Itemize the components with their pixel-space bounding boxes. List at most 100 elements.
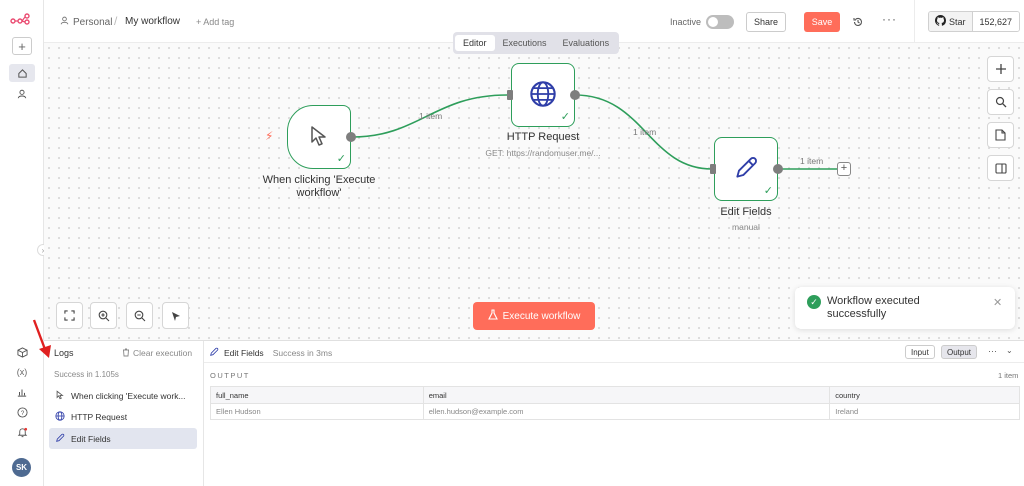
github-icon bbox=[935, 15, 947, 28]
fit-view-icon[interactable] bbox=[56, 302, 83, 329]
home-icon[interactable] bbox=[9, 64, 35, 82]
share-button[interactable]: Share bbox=[746, 12, 786, 32]
table-cell[interactable]: ellen.hudson@example.com bbox=[422, 403, 831, 420]
github-star-label: Star bbox=[949, 16, 966, 27]
chevron-down-icon[interactable]: ⌄ bbox=[1006, 346, 1013, 355]
activation-status-label: Inactive bbox=[670, 17, 702, 27]
node-2-input-port[interactable] bbox=[507, 90, 513, 100]
github-star-button[interactable]: Star 152,627 bbox=[928, 11, 1021, 32]
table-cell[interactable]: Ellen Hudson bbox=[210, 403, 424, 420]
success-check-icon: ✓ bbox=[560, 111, 570, 123]
column-header: email bbox=[422, 386, 831, 404]
output-table: full_name email country Ellen Hudson ell… bbox=[210, 386, 1020, 420]
output-toggle-button[interactable]: Output bbox=[941, 345, 978, 359]
templates-box-icon[interactable] bbox=[12, 343, 32, 361]
history-icon[interactable] bbox=[850, 14, 866, 30]
left-sidebar: + (x) ? SK bbox=[0, 0, 44, 486]
annotation-arrow-icon bbox=[32, 319, 51, 358]
input-toggle-button[interactable]: Input bbox=[905, 345, 935, 359]
table-row: Ellen Hudson ellen.hudson@example.com Ir… bbox=[210, 403, 1020, 420]
github-star-count: 152,627 bbox=[972, 12, 1020, 31]
output-status: Success in 3ms bbox=[272, 348, 333, 358]
n8n-logo-icon[interactable] bbox=[10, 13, 32, 28]
pencil-icon bbox=[733, 155, 759, 184]
node-2-subtitle: GET: https://randomuser.me/... bbox=[485, 148, 601, 158]
node-3-title: Edit Fields bbox=[720, 206, 772, 218]
output-divider bbox=[204, 362, 1024, 363]
execute-workflow-button[interactable]: Execute workflow bbox=[473, 302, 595, 330]
close-icon[interactable]: ✕ bbox=[993, 296, 1002, 309]
node-3-output-port[interactable] bbox=[773, 164, 783, 174]
connection-1-item-count: 1 item bbox=[419, 111, 443, 121]
node-2-output-port[interactable] bbox=[570, 90, 580, 100]
node-http-request[interactable]: ✓ bbox=[511, 63, 575, 127]
breadcrumb-separator: / bbox=[114, 14, 118, 28]
avatar[interactable]: SK bbox=[12, 458, 31, 477]
pencil-icon bbox=[209, 347, 219, 359]
node-1-output-port[interactable] bbox=[346, 132, 356, 142]
help-icon[interactable]: ? bbox=[12, 403, 32, 421]
log-item-http-request[interactable]: HTTP Request bbox=[49, 406, 197, 427]
log-item-label: HTTP Request bbox=[71, 411, 128, 422]
log-item-edit-fields[interactable]: Edit Fields bbox=[49, 428, 197, 449]
column-header: country bbox=[829, 386, 1020, 404]
output-node-name: Edit Fields bbox=[224, 348, 264, 358]
globe-icon bbox=[529, 80, 557, 111]
workflow-name[interactable]: My workflow bbox=[125, 16, 180, 27]
trigger-bolt-icon: ⚡ bbox=[265, 129, 274, 143]
search-icon[interactable] bbox=[987, 89, 1014, 115]
log-item-label: When clicking 'Execute work... bbox=[71, 390, 186, 401]
notification-bell-icon[interactable] bbox=[12, 423, 32, 441]
connection-2-item-count: 1 item bbox=[633, 127, 657, 137]
logs-panel: Logs Clear execution Success in 1.105s W… bbox=[44, 340, 1024, 486]
clear-execution-label: Clear execution bbox=[133, 348, 193, 358]
toast-message: Workflow executed successfully bbox=[827, 295, 920, 320]
node-edit-fields[interactable]: ✓ bbox=[714, 137, 778, 201]
execute-workflow-label: Execute workflow bbox=[502, 310, 581, 322]
output-section-label: OUTPUT bbox=[210, 371, 250, 380]
header-divider bbox=[914, 0, 915, 43]
zoom-out-icon[interactable] bbox=[126, 302, 153, 329]
tidy-up-wand-icon[interactable] bbox=[162, 302, 189, 329]
breadcrumb-project-label: Personal bbox=[73, 16, 113, 28]
clear-execution-button[interactable]: Clear execution bbox=[122, 348, 192, 359]
activation-toggle[interactable] bbox=[706, 15, 734, 29]
success-check-icon: ✓ bbox=[336, 153, 346, 165]
logs-sidebar: Logs Clear execution Success in 1.105s W… bbox=[44, 341, 204, 486]
user-icon[interactable] bbox=[12, 85, 32, 103]
table-header-row: full_name email country bbox=[210, 386, 1020, 404]
log-item-trigger[interactable]: When clicking 'Execute work... bbox=[49, 385, 197, 406]
add-node-plus-icon[interactable]: + bbox=[837, 162, 851, 176]
execution-summary: Success in 1.105s bbox=[54, 370, 119, 379]
add-node-button[interactable] bbox=[987, 56, 1014, 82]
node-1-title: When clicking 'Execute workflow' bbox=[262, 174, 376, 199]
svg-text:?: ? bbox=[20, 409, 24, 416]
variables-icon[interactable]: (x) bbox=[12, 363, 32, 381]
column-header: full_name bbox=[210, 386, 424, 404]
output-panel: Edit Fields Success in 3ms Input Output … bbox=[204, 341, 1024, 486]
trash-icon bbox=[122, 348, 130, 359]
node-2-title: HTTP Request bbox=[506, 131, 580, 143]
node-manual-trigger[interactable]: ✓ bbox=[287, 105, 351, 169]
zoom-in-icon[interactable] bbox=[90, 302, 117, 329]
output-item-count: 1 item bbox=[998, 371, 1019, 380]
output-more-options-button[interactable]: ··· bbox=[988, 346, 997, 356]
connection-3-item-count: 1 item bbox=[800, 156, 824, 166]
insights-chart-icon[interactable] bbox=[12, 383, 32, 401]
more-options-button[interactable]: ··· bbox=[882, 12, 897, 26]
save-button[interactable]: Save bbox=[804, 12, 840, 32]
panel-toggle-icon[interactable] bbox=[987, 155, 1014, 181]
workflow-canvas[interactable]: Editor Executions Evaluations ⚡ ✓ When c… bbox=[44, 32, 1024, 340]
success-check-icon: ✓ bbox=[763, 185, 773, 197]
sticky-note-icon[interactable] bbox=[987, 122, 1014, 148]
pencil-icon bbox=[55, 433, 65, 445]
flask-icon bbox=[487, 309, 498, 323]
create-plus-icon[interactable]: + bbox=[12, 37, 32, 55]
node-3-input-port[interactable] bbox=[710, 164, 716, 174]
add-tag-link[interactable]: + Add tag bbox=[196, 17, 234, 27]
node-3-subtitle: manual bbox=[732, 222, 760, 232]
cursor-click-icon bbox=[55, 389, 65, 402]
breadcrumb-project[interactable]: Personal bbox=[60, 16, 112, 28]
table-cell[interactable]: Ireland bbox=[829, 403, 1020, 420]
globe-icon bbox=[55, 410, 65, 423]
